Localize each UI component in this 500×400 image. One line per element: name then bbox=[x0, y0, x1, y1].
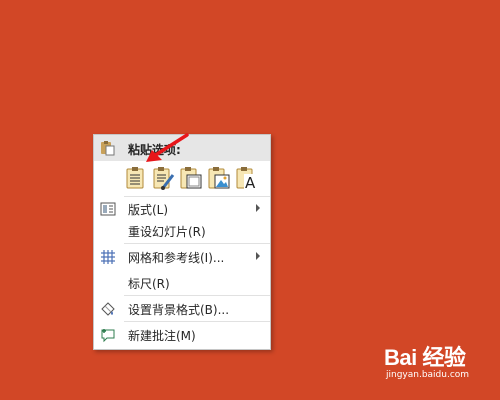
menu-item-label: 标尺(R) bbox=[128, 277, 170, 291]
menu-separator bbox=[124, 295, 270, 296]
paste-destination-theme-icon[interactable] bbox=[122, 165, 148, 191]
menu-item-label: 设置背景格式(B)... bbox=[128, 303, 230, 317]
watermark-url: jingyan.baidu.com bbox=[386, 370, 470, 380]
menu-item-new-comment[interactable]: 新建批注(M) bbox=[94, 323, 270, 347]
layout-icon bbox=[100, 201, 116, 217]
paste-embed-icon[interactable] bbox=[178, 165, 204, 191]
menu-item-format-background[interactable]: 设置背景格式(B)... bbox=[94, 297, 270, 321]
submenu-arrow-icon bbox=[256, 252, 260, 260]
menu-item-label: 重设幻灯片(R) bbox=[128, 225, 206, 239]
watermark-logo: Bai 经验 bbox=[384, 345, 466, 370]
menu-item-layout[interactable]: 版式(L) bbox=[94, 197, 270, 221]
format-background-icon bbox=[100, 301, 116, 317]
paste-text-only-icon[interactable]: A bbox=[234, 165, 260, 192]
menu-item-reset-slide[interactable]: 重设幻灯片(R) bbox=[94, 219, 270, 243]
menu-item-label: 网格和参考线(I)... bbox=[128, 251, 225, 265]
menu-item-grid-guides[interactable]: 网格和参考线(I)... bbox=[94, 245, 270, 269]
paste-icon bbox=[100, 140, 116, 160]
menu-separator bbox=[124, 321, 270, 322]
annotation-arrow-icon bbox=[146, 133, 189, 162]
text-only-glyph: A bbox=[245, 174, 256, 191]
paste-picture-icon[interactable] bbox=[206, 165, 232, 191]
menu-separator bbox=[124, 243, 270, 244]
baidu-jingyan-watermark: Bai 经验 jingyan.baidu.com bbox=[384, 340, 498, 396]
submenu-arrow-icon bbox=[256, 204, 260, 212]
grid-icon bbox=[100, 249, 116, 265]
menu-item-label: 新建批注(M) bbox=[128, 329, 196, 343]
new-comment-icon bbox=[100, 327, 116, 343]
menu-item-ruler[interactable]: 标尺(R) bbox=[94, 271, 270, 295]
menu-item-label: 版式(L) bbox=[128, 203, 169, 217]
paste-keep-formatting-icon[interactable] bbox=[150, 165, 176, 191]
